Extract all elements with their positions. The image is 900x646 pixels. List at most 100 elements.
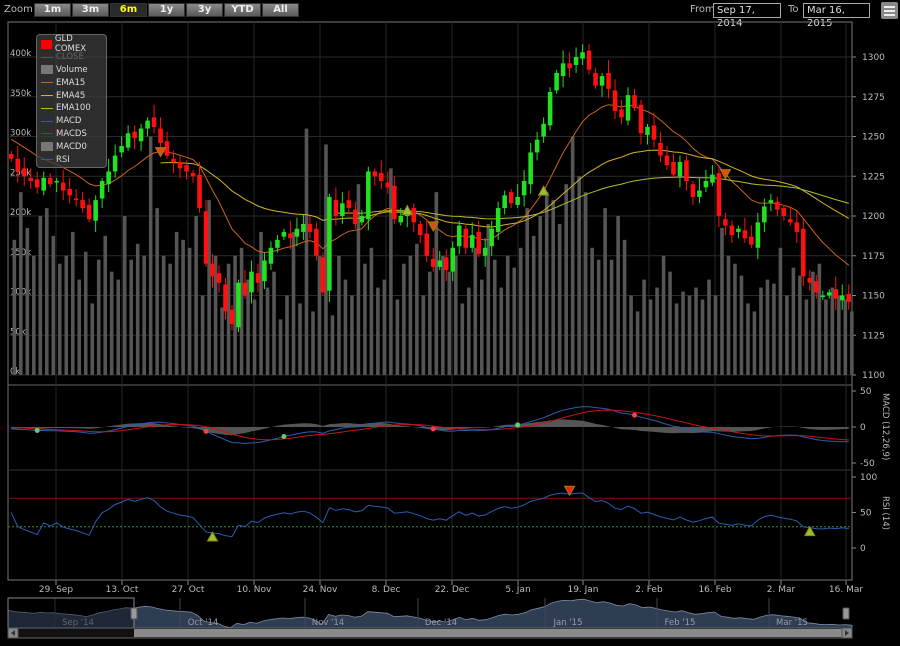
volume-bar xyxy=(259,231,263,375)
candle xyxy=(385,182,391,188)
volume-bar xyxy=(590,247,594,375)
date-tick-label: 2. Feb xyxy=(635,585,663,595)
price-tick-label: 1150 xyxy=(862,292,885,302)
candle xyxy=(301,223,306,232)
candle xyxy=(411,208,417,223)
date-tick-label: 8. Dec xyxy=(372,585,401,595)
volume-bar xyxy=(25,227,30,375)
candle xyxy=(430,258,436,267)
navigator-right-handle[interactable] xyxy=(842,607,850,620)
volume-bar xyxy=(583,192,588,375)
candle xyxy=(762,206,767,223)
candle xyxy=(171,158,176,162)
navigator-mask xyxy=(7,597,135,629)
candle xyxy=(820,295,826,297)
volume-bar xyxy=(304,128,309,375)
legend-label: EMA100 xyxy=(56,103,91,114)
rsi-tick-label: 0 xyxy=(860,544,866,554)
legend-item-volume[interactable]: Volume xyxy=(41,64,102,77)
candle xyxy=(398,216,404,223)
legend-label: EMA15 xyxy=(56,77,86,88)
volume-bar xyxy=(155,208,159,375)
volume-bar xyxy=(642,279,646,375)
legend-item-macd0[interactable]: MACD0 xyxy=(41,140,102,153)
volume-bar xyxy=(330,315,335,375)
candle xyxy=(567,63,572,69)
candle xyxy=(521,181,527,196)
volume-bar xyxy=(564,184,568,375)
volume-bar xyxy=(752,311,757,375)
volume-bar xyxy=(90,303,95,375)
volume-bar xyxy=(726,255,731,375)
legend-swatch-icon xyxy=(41,142,53,152)
volume-tick-label: 50k xyxy=(10,327,26,337)
legend-swatch-icon xyxy=(41,120,53,122)
volume-bar xyxy=(369,247,374,375)
candle xyxy=(223,284,228,312)
volume-bar xyxy=(70,231,75,375)
volume-bar xyxy=(12,239,17,375)
volume-tick-label: 250k xyxy=(10,168,31,178)
legend-item-macds[interactable]: MACDS xyxy=(41,128,102,141)
legend-item-gld-comex[interactable]: GLD COMEX xyxy=(41,34,102,54)
date-tick-label: 29. Sep xyxy=(39,585,73,595)
legend-label: CLOSE xyxy=(56,52,84,63)
candle xyxy=(729,225,735,236)
volume-bar xyxy=(168,263,172,375)
legend-item-macd[interactable]: MACD xyxy=(41,115,102,128)
candle xyxy=(112,155,118,172)
candle xyxy=(476,231,481,255)
candle xyxy=(197,174,202,209)
legend-item-rsi[interactable]: RSI xyxy=(41,153,102,166)
volume-bar xyxy=(570,136,575,375)
candle xyxy=(456,225,462,247)
volume-bar xyxy=(116,279,120,375)
date-tick-label: 16. Feb xyxy=(698,585,731,595)
volume-bar xyxy=(824,299,828,375)
candle xyxy=(781,208,787,216)
candle xyxy=(632,95,637,108)
candle xyxy=(463,228,468,248)
price-tick-label: 1200 xyxy=(862,212,885,222)
candle xyxy=(80,200,85,209)
candle xyxy=(612,90,618,112)
candle xyxy=(93,200,98,221)
volume-bar xyxy=(635,311,640,375)
legend-item-ema15[interactable]: EMA15 xyxy=(41,76,102,89)
candle xyxy=(580,52,585,59)
volume-bar xyxy=(603,208,607,375)
volume-bar xyxy=(791,267,796,375)
volume-bar xyxy=(77,279,82,375)
legend-item-ema100[interactable]: EMA100 xyxy=(41,102,102,115)
volume-bar xyxy=(557,223,562,375)
date-tick-label: 22. Dec xyxy=(435,585,470,595)
candle xyxy=(827,292,832,296)
candle xyxy=(249,271,254,293)
volume-bar xyxy=(181,239,185,375)
volume-bar xyxy=(64,255,69,375)
volume-bar xyxy=(19,192,23,375)
legend-item-ema45[interactable]: EMA45 xyxy=(41,89,102,102)
volume-bar xyxy=(746,303,750,375)
price-tick-label: 1125 xyxy=(862,331,885,341)
scrollbar-thumb[interactable] xyxy=(134,629,846,637)
candle xyxy=(15,158,21,172)
macd-cross-up-dot xyxy=(515,422,521,428)
volume-bar xyxy=(596,259,601,375)
candle xyxy=(353,209,358,224)
candle xyxy=(768,200,774,204)
legend-swatch-icon xyxy=(41,56,53,58)
candle xyxy=(145,120,150,129)
candle xyxy=(671,161,676,175)
volume-bar xyxy=(772,283,776,375)
candle xyxy=(749,236,754,245)
volume-bar xyxy=(759,287,763,375)
candle xyxy=(788,219,793,223)
candle xyxy=(242,282,248,296)
date-tick-label: 19. Jan xyxy=(567,585,598,595)
volume-bar xyxy=(713,295,718,375)
candle xyxy=(684,160,689,182)
volume-bar xyxy=(265,287,270,375)
volume-tick-label: 400k xyxy=(10,49,31,59)
navigator-left-handle[interactable] xyxy=(130,607,138,620)
